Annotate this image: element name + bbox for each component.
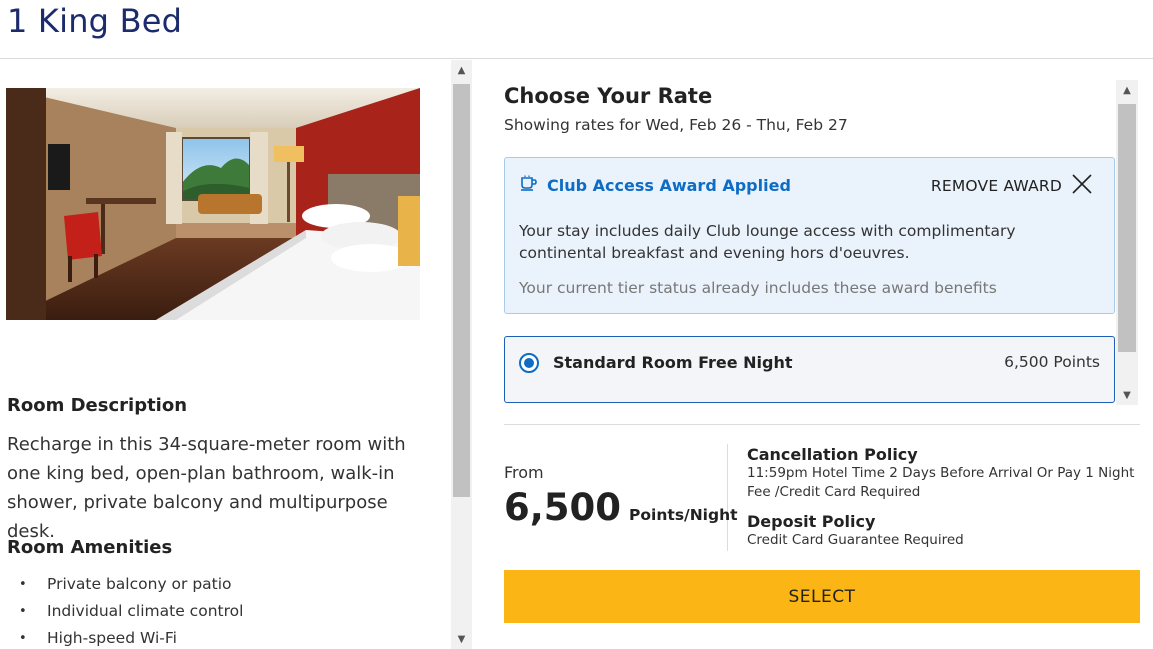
price-display: 6,500 Points/Night <box>504 486 738 529</box>
room-description-heading: Room Description <box>7 395 188 416</box>
deposit-policy-text: Credit Card Guarantee Required <box>747 532 964 548</box>
room-details-pane: Room Description Recharge in this 34-squ… <box>0 60 450 649</box>
rate-selection-pane: Choose Your Rate Showing rates for Wed, … <box>474 60 1153 649</box>
scrollbar-thumb[interactable] <box>1118 104 1136 352</box>
rate-option-standard-free-night[interactable]: Standard Room Free Night 6,500 Points <box>504 336 1115 403</box>
choose-rate-title: Choose Your Rate <box>504 84 713 108</box>
room-title: 1 King Bed <box>7 2 183 40</box>
deposit-policy-title: Deposit Policy <box>747 512 876 531</box>
list-item: High-speed Wi-Fi <box>7 625 243 649</box>
select-button[interactable]: SELECT <box>504 570 1140 623</box>
close-icon[interactable] <box>1070 172 1094 200</box>
rate-dates: Showing rates for Wed, Feb 26 - Thu, Feb… <box>504 116 848 134</box>
price-unit: Points/Night <box>629 506 738 524</box>
remove-award-label: REMOVE AWARD <box>930 177 1062 195</box>
scrollbar-thumb[interactable] <box>453 84 470 497</box>
rate-points: 6,500 Points <box>1004 353 1100 371</box>
award-description: Your stay includes daily Club lounge acc… <box>519 222 1016 262</box>
list-item: Private balcony or patio <box>7 571 243 598</box>
deposit-policy: Deposit Policy Credit Card Guarantee Req… <box>747 512 1147 550</box>
list-item: Individual climate control <box>7 598 243 625</box>
award-note: Your current tier status already include… <box>519 279 997 297</box>
cup-icon <box>519 175 539 195</box>
rate-name: Standard Room Free Night <box>553 353 793 372</box>
scroll-up-arrow-icon[interactable]: ▲ <box>1116 80 1138 100</box>
page-header: 1 King Bed <box>0 0 1153 59</box>
scroll-up-arrow-icon[interactable]: ▲ <box>451 60 472 80</box>
room-amenities-heading: Room Amenities <box>7 537 173 558</box>
price-value: 6,500 <box>504 486 622 529</box>
cancellation-policy-text: 11:59pm Hotel Time 2 Days Before Arrival… <box>747 465 1135 500</box>
cancellation-policy: Cancellation Policy 11:59pm Hotel Time 2… <box>747 445 1147 502</box>
remove-award-button[interactable]: REMOVE AWARD <box>931 172 1094 200</box>
scroll-down-arrow-icon[interactable]: ▼ <box>1116 385 1138 405</box>
award-banner: Club Access Award Applied REMOVE AWARD Y… <box>504 157 1115 314</box>
section-divider <box>504 424 1140 425</box>
room-description-text: Recharge in this 34-square-meter room wi… <box>7 434 406 542</box>
rates-list-scrollbar[interactable]: ▲ ▼ <box>1116 80 1138 405</box>
amenities-list: Private balcony or patio Individual clim… <box>7 571 243 649</box>
cancellation-policy-title: Cancellation Policy <box>747 445 918 464</box>
scroll-down-arrow-icon[interactable]: ▼ <box>451 629 472 649</box>
award-title: Club Access Award Applied <box>547 175 791 195</box>
room-photo <box>6 88 420 320</box>
award-header: Club Access Award Applied <box>519 175 791 195</box>
rate-radio-selected[interactable] <box>519 353 539 373</box>
from-label: From <box>504 463 544 482</box>
left-pane-scrollbar[interactable]: ▲ ▼ <box>451 60 472 649</box>
